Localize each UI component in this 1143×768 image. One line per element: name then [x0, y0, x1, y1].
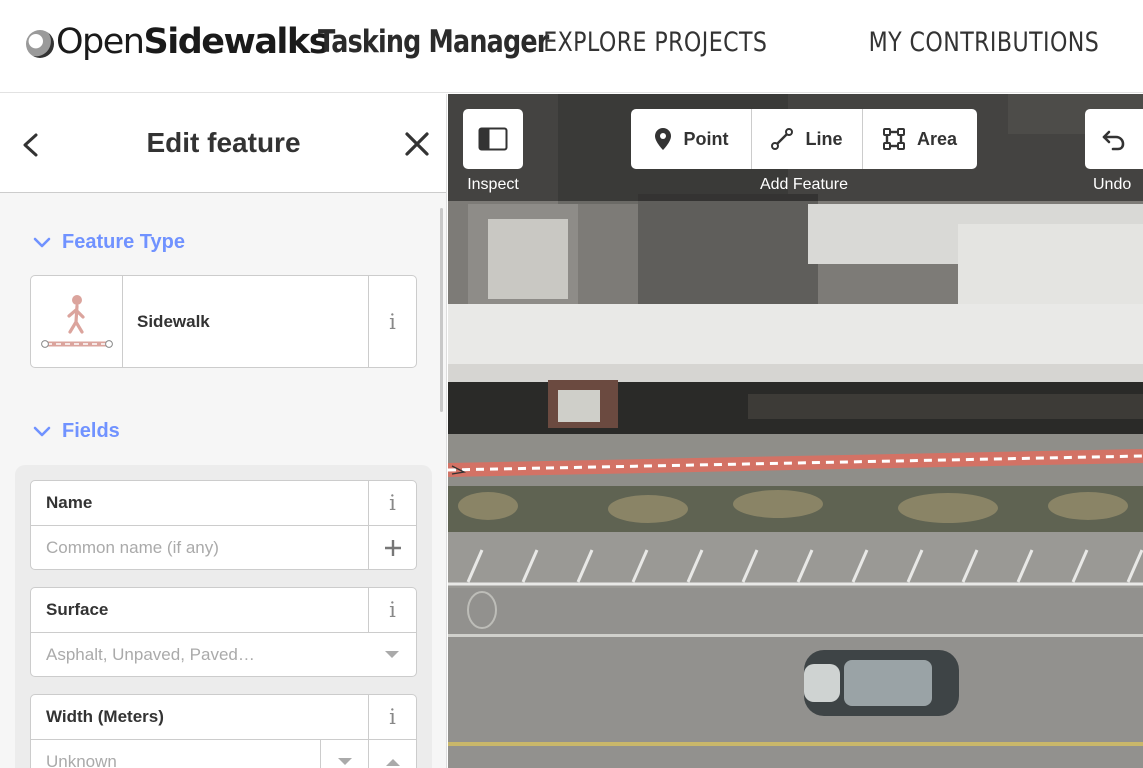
- main-nav: EXPLORE PROJECTS MY CONTRIBUTIONS: [494, 27, 1099, 58]
- undo-label: Undo: [1093, 176, 1132, 193]
- add-area-button[interactable]: Area: [862, 109, 977, 169]
- chevron-down-icon: [33, 237, 51, 247]
- field-info-button[interactable]: i: [368, 695, 416, 739]
- inspect-label: Inspect: [467, 176, 519, 193]
- fields-heading: Fields: [62, 420, 120, 442]
- field-surface: Surface i Asphalt, Unpaved, Paved…: [30, 587, 417, 677]
- fields-section-toggle[interactable]: Fields: [32, 420, 120, 443]
- info-icon: i: [389, 705, 396, 729]
- surface-input[interactable]: Asphalt, Unpaved, Paved…: [31, 633, 368, 676]
- feature-type-section-toggle[interactable]: Feature Type: [32, 231, 185, 254]
- caret-down-icon: [385, 650, 399, 658]
- map-canvas[interactable]: Inspect Point Line Area Add Feature Undo: [448, 94, 1143, 768]
- field-label: Surface: [46, 600, 109, 619]
- sidebar-title: Edit feature: [146, 127, 301, 158]
- field-info-button[interactable]: i: [368, 481, 416, 525]
- undo-icon: [1102, 130, 1125, 151]
- point-label: Point: [683, 128, 729, 149]
- map-pin-icon: [654, 128, 671, 150]
- field-width: Width (Meters) i Unknown: [30, 694, 417, 768]
- name-input[interactable]: Common name (if any): [31, 526, 368, 569]
- globe-icon: [26, 30, 54, 58]
- preset-selector[interactable]: Sidewalk i: [30, 275, 417, 368]
- nav-my-contributions[interactable]: MY CONTRIBUTIONS: [868, 27, 1099, 58]
- edit-feature-sidebar: Edit feature Feature Type Sidewalk i Fie…: [0, 94, 447, 768]
- field-label: Name: [46, 493, 93, 512]
- add-localized-name-button[interactable]: [368, 526, 416, 569]
- preset-info-button[interactable]: i: [368, 276, 416, 367]
- sidebar-scrollbar[interactable]: [440, 208, 443, 412]
- logo-prefix: Open: [56, 22, 145, 62]
- area-icon: [882, 128, 905, 150]
- chevron-down-icon: [33, 426, 51, 436]
- preset-name: Sidewalk: [137, 311, 210, 331]
- add-feature-group: Point Line Area: [631, 109, 977, 169]
- surface-dropdown-button[interactable]: [368, 633, 416, 676]
- inspect-button[interactable]: [463, 109, 523, 169]
- caret-up-icon: [385, 758, 400, 766]
- surface-combo[interactable]: Asphalt, Unpaved, Paved…: [31, 632, 416, 676]
- add-feature-label: Add Feature: [759, 176, 849, 193]
- feature-type-heading: Feature Type: [62, 231, 185, 253]
- top-header: OpenSidewalks Tasking Manager EXPLORE PR…: [0, 0, 1143, 93]
- sidebar-header: Edit feature: [0, 94, 446, 193]
- field-info-button[interactable]: i: [368, 588, 416, 632]
- field-name: Name i Common name (if any): [30, 480, 417, 570]
- info-icon: i: [389, 598, 396, 622]
- close-icon[interactable]: [403, 130, 431, 158]
- add-line-button[interactable]: Line: [751, 109, 862, 169]
- decrement-button[interactable]: [320, 740, 368, 768]
- add-point-button[interactable]: Point: [631, 109, 751, 169]
- pedestrian-sidewalk-icon: [31, 276, 123, 367]
- nav-explore-projects[interactable]: EXPLORE PROJECTS: [544, 27, 768, 58]
- line-icon: [771, 128, 794, 150]
- plus-icon: [384, 539, 401, 556]
- increment-button[interactable]: [368, 740, 416, 768]
- caret-down-icon: [337, 757, 352, 765]
- field-label: Width (Meters): [46, 707, 164, 726]
- undo-button[interactable]: [1085, 109, 1143, 169]
- line-label: Line: [805, 128, 843, 149]
- width-input[interactable]: Unknown: [31, 740, 320, 768]
- info-icon: i: [389, 491, 396, 515]
- area-label: Area: [916, 128, 958, 149]
- opensidewalks-logo[interactable]: OpenSidewalks: [26, 18, 330, 66]
- info-icon: i: [389, 309, 396, 334]
- logo-bold: Sidewalks: [143, 22, 329, 62]
- sidebar-toggle-icon: [478, 127, 508, 151]
